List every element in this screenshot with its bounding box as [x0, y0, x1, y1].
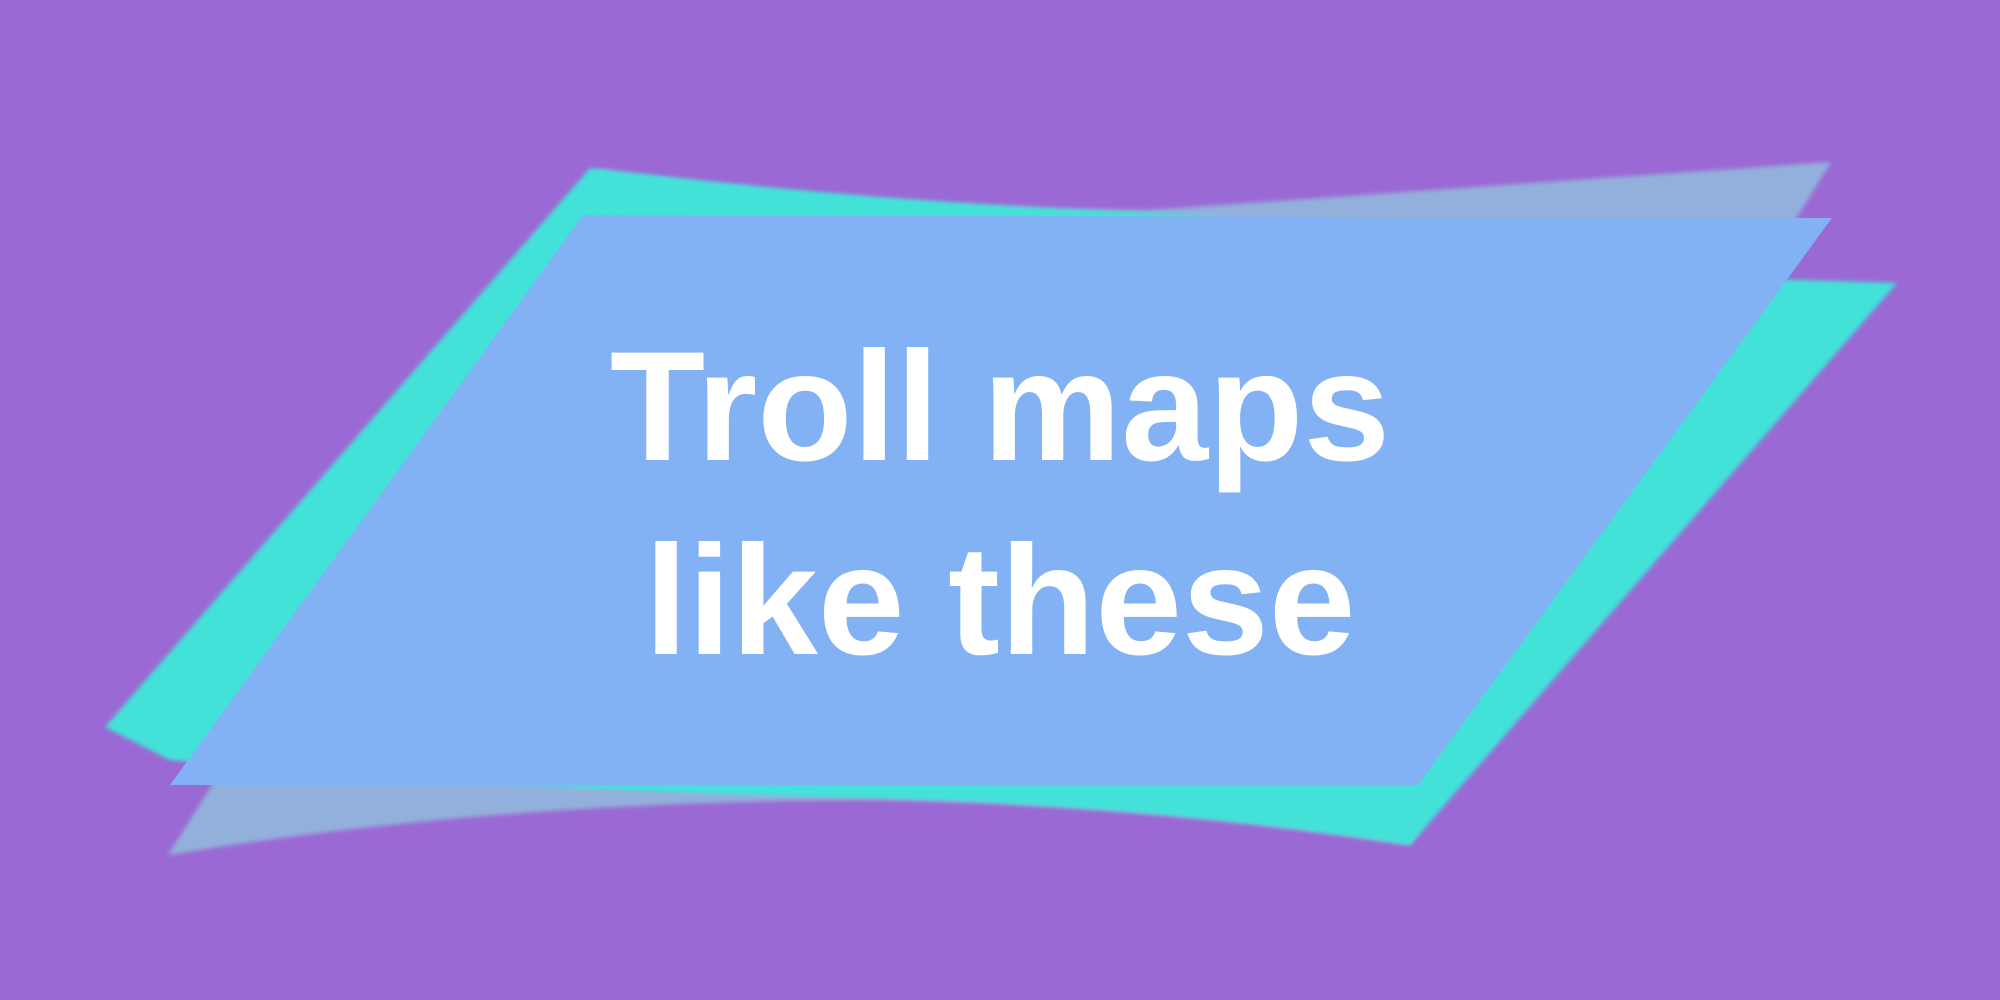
banner-title-line-2: like these: [644, 514, 1356, 688]
banner-title: Troll maps like these: [0, 310, 2000, 698]
banner-title-line-1: Troll maps: [609, 320, 1391, 494]
banner-canvas: Troll maps like these: [0, 0, 2000, 1000]
